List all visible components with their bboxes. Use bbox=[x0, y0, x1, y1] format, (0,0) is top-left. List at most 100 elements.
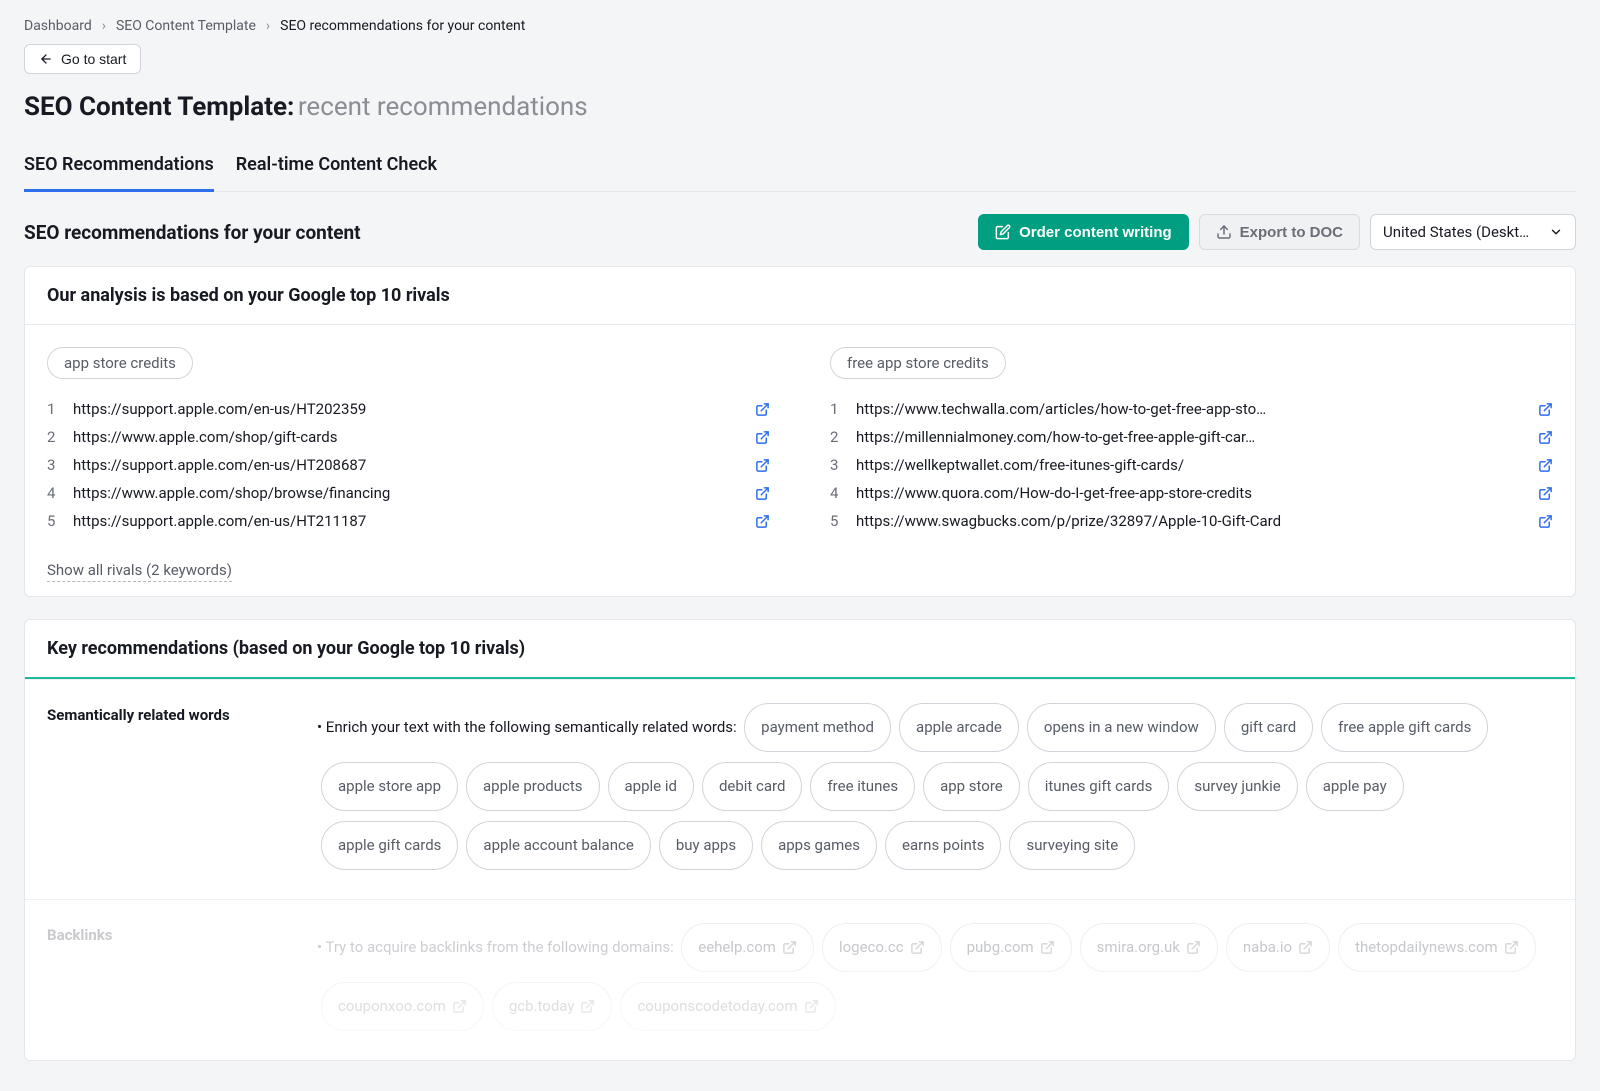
edit-icon bbox=[995, 224, 1011, 240]
semantic-word-chip[interactable]: apple pay bbox=[1306, 762, 1404, 811]
external-link-icon[interactable] bbox=[755, 458, 770, 473]
external-link-icon[interactable] bbox=[1538, 514, 1553, 529]
rival-link-row[interactable]: 4 https://www.quora.com/How-do-I-get-free… bbox=[830, 479, 1553, 507]
external-link-icon[interactable] bbox=[755, 430, 770, 445]
order-content-writing-button[interactable]: Order content writing bbox=[978, 214, 1189, 250]
backlink-domain-chip[interactable]: thetopdailynews.com bbox=[1338, 923, 1536, 972]
rival-url: https://support.apple.com/en-us/HT211187 bbox=[73, 512, 743, 530]
backlinks-row: Backlinks • Try to acquire backlinks fro… bbox=[25, 899, 1575, 1060]
rivals-card: Our analysis is based on your Google top… bbox=[24, 266, 1576, 597]
rival-link-row[interactable]: 2https://www.apple.com/shop/gift-cards bbox=[47, 423, 770, 451]
domain-label: smira.org.uk bbox=[1097, 931, 1180, 964]
semantic-word-chip[interactable]: itunes gift cards bbox=[1028, 762, 1170, 811]
domain-label: pubg.com bbox=[967, 931, 1034, 964]
rival-url: https://www.apple.com/shop/gift-cards bbox=[73, 428, 743, 446]
rival-link-row[interactable]: 1https://www.techwalla.com/articles/how-… bbox=[830, 395, 1553, 423]
external-link-icon bbox=[804, 999, 819, 1014]
key-recommendations-title: Key recommendations (based on your Googl… bbox=[47, 638, 1553, 659]
semantic-word-chip[interactable]: apple store app bbox=[321, 762, 458, 811]
backlinks-intro: Try to acquire backlinks from the follow… bbox=[326, 938, 674, 956]
backlinks-label: Backlinks bbox=[47, 918, 317, 1036]
rank-number: 2 bbox=[830, 428, 844, 446]
external-link-icon[interactable] bbox=[755, 486, 770, 501]
semantic-words-row: Semantically related words • Enrich your… bbox=[25, 679, 1575, 899]
semantic-word-chip[interactable]: apple account balance bbox=[466, 821, 650, 870]
semantic-word-chip[interactable]: payment method bbox=[744, 703, 891, 752]
tab-seo-recommendations[interactable]: SEO Recommendations bbox=[24, 144, 214, 192]
upload-icon bbox=[1216, 224, 1232, 240]
semantic-word-chip[interactable]: buy apps bbox=[659, 821, 753, 870]
external-link-icon bbox=[1298, 940, 1313, 955]
region-select[interactable]: United States (Deskt… bbox=[1370, 214, 1576, 250]
rival-url: https://millennialmoney.com/how-to-get-f… bbox=[856, 428, 1526, 446]
external-link-icon[interactable] bbox=[1538, 458, 1553, 473]
key-recommendations-card: Key recommendations (based on your Googl… bbox=[24, 619, 1576, 1061]
rival-url: https://www.quora.com/How-do-I-get-free-… bbox=[856, 484, 1526, 502]
external-link-icon[interactable] bbox=[1538, 402, 1553, 417]
semantic-word-chip[interactable]: gift card bbox=[1224, 703, 1313, 752]
backlink-domain-chip[interactable]: naba.io bbox=[1226, 923, 1330, 972]
external-link-icon bbox=[910, 940, 925, 955]
go-to-start-button[interactable]: Go to start bbox=[24, 44, 141, 74]
keyword-chip: app store credits bbox=[47, 347, 193, 379]
domain-label: couponscodetoday.com bbox=[637, 990, 797, 1023]
semantic-word-chip[interactable]: opens in a new window bbox=[1027, 703, 1216, 752]
semantic-word-chip[interactable]: debit card bbox=[702, 762, 803, 811]
backlink-domain-chip[interactable]: smira.org.uk bbox=[1080, 923, 1218, 972]
semantic-word-chip[interactable]: apple arcade bbox=[899, 703, 1019, 752]
semantic-word-chip[interactable]: apple id bbox=[608, 762, 694, 811]
semantic-word-chip[interactable]: free apple gift cards bbox=[1321, 703, 1488, 752]
backlink-domain-chip[interactable]: logeco.cc bbox=[822, 923, 942, 972]
domain-label: couponxoo.com bbox=[338, 990, 446, 1023]
backlink-domain-chip[interactable]: couponscodetoday.com bbox=[620, 982, 835, 1031]
external-link-icon bbox=[1186, 940, 1201, 955]
backlink-domain-chip[interactable]: pubg.com bbox=[950, 923, 1072, 972]
chevron-right-icon: › bbox=[266, 18, 270, 34]
backlink-domain-chip[interactable]: eehelp.com bbox=[681, 923, 814, 972]
show-all-rivals-link[interactable]: Show all rivals (2 keywords) bbox=[47, 559, 232, 582]
tab-realtime-content-check[interactable]: Real-time Content Check bbox=[236, 144, 437, 191]
semantic-word-chip[interactable]: apple products bbox=[466, 762, 599, 811]
go-to-start-label: Go to start bbox=[61, 51, 126, 67]
page-title: SEO Content Template: recent recommendat… bbox=[24, 92, 1576, 122]
rival-link-row[interactable]: 2 https://millennialmoney.com/how-to-get-… bbox=[830, 423, 1553, 451]
external-link-icon[interactable] bbox=[755, 514, 770, 529]
backlink-domain-chip[interactable]: gcb.today bbox=[492, 982, 613, 1031]
semantic-word-chip[interactable]: earns points bbox=[885, 821, 1002, 870]
semantic-word-chip[interactable]: apps games bbox=[761, 821, 877, 870]
external-link-icon bbox=[1040, 940, 1055, 955]
semantic-word-chip[interactable]: app store bbox=[923, 762, 1020, 811]
breadcrumb-item[interactable]: Dashboard bbox=[24, 18, 92, 34]
domain-label: thetopdailynews.com bbox=[1355, 931, 1498, 964]
rival-link-row[interactable]: 3 https://support.apple.com/en-us/HT20868… bbox=[47, 451, 770, 479]
rival-url: https://support.apple.com/en-us/HT208687 bbox=[73, 456, 743, 474]
breadcrumb-item[interactable]: SEO Content Template bbox=[116, 18, 256, 34]
rivals-column: free app store credits1https://www.techw… bbox=[830, 347, 1553, 535]
title-subtitle: recent recommendations bbox=[298, 92, 588, 122]
rival-link-row[interactable]: 1https://support.apple.com/en-us/HT20235… bbox=[47, 395, 770, 423]
semantic-words-intro: Enrich your text with the following sema… bbox=[326, 718, 737, 736]
semantic-word-chip[interactable]: surveying site bbox=[1009, 821, 1135, 870]
rival-url: https://wellkeptwallet.com/free-itunes-g… bbox=[856, 456, 1526, 474]
rival-url: https://www.swagbucks.com/p/prize/32897/… bbox=[856, 512, 1526, 530]
title-main: SEO Content Template: bbox=[24, 92, 294, 122]
backlink-domain-chip[interactable]: couponxoo.com bbox=[321, 982, 484, 1031]
semantic-word-chip[interactable]: free itunes bbox=[810, 762, 915, 811]
external-link-icon bbox=[1504, 940, 1519, 955]
rival-link-row[interactable]: 4https://www.apple.com/shop/browse/finan… bbox=[47, 479, 770, 507]
external-link-icon[interactable] bbox=[1538, 486, 1553, 501]
rank-number: 3 bbox=[47, 456, 61, 474]
arrow-left-icon bbox=[39, 52, 53, 66]
rank-number: 4 bbox=[830, 484, 844, 502]
semantic-word-chip[interactable]: survey junkie bbox=[1177, 762, 1297, 811]
export-label: Export to DOC bbox=[1240, 224, 1343, 241]
rival-link-row[interactable]: 3https://wellkeptwallet.com/free-itunes-… bbox=[830, 451, 1553, 479]
breadcrumb-current: SEO recommendations for your content bbox=[280, 18, 525, 34]
external-link-icon[interactable] bbox=[755, 402, 770, 417]
export-to-doc-button[interactable]: Export to DOC bbox=[1199, 214, 1360, 250]
rival-link-row[interactable]: 5https://www.swagbucks.com/p/prize/32897… bbox=[830, 507, 1553, 535]
rival-link-row[interactable]: 5https://support.apple.com/en-us/HT21118… bbox=[47, 507, 770, 535]
chevron-right-icon: › bbox=[102, 18, 106, 34]
external-link-icon[interactable] bbox=[1538, 430, 1553, 445]
semantic-word-chip[interactable]: apple gift cards bbox=[321, 821, 458, 870]
